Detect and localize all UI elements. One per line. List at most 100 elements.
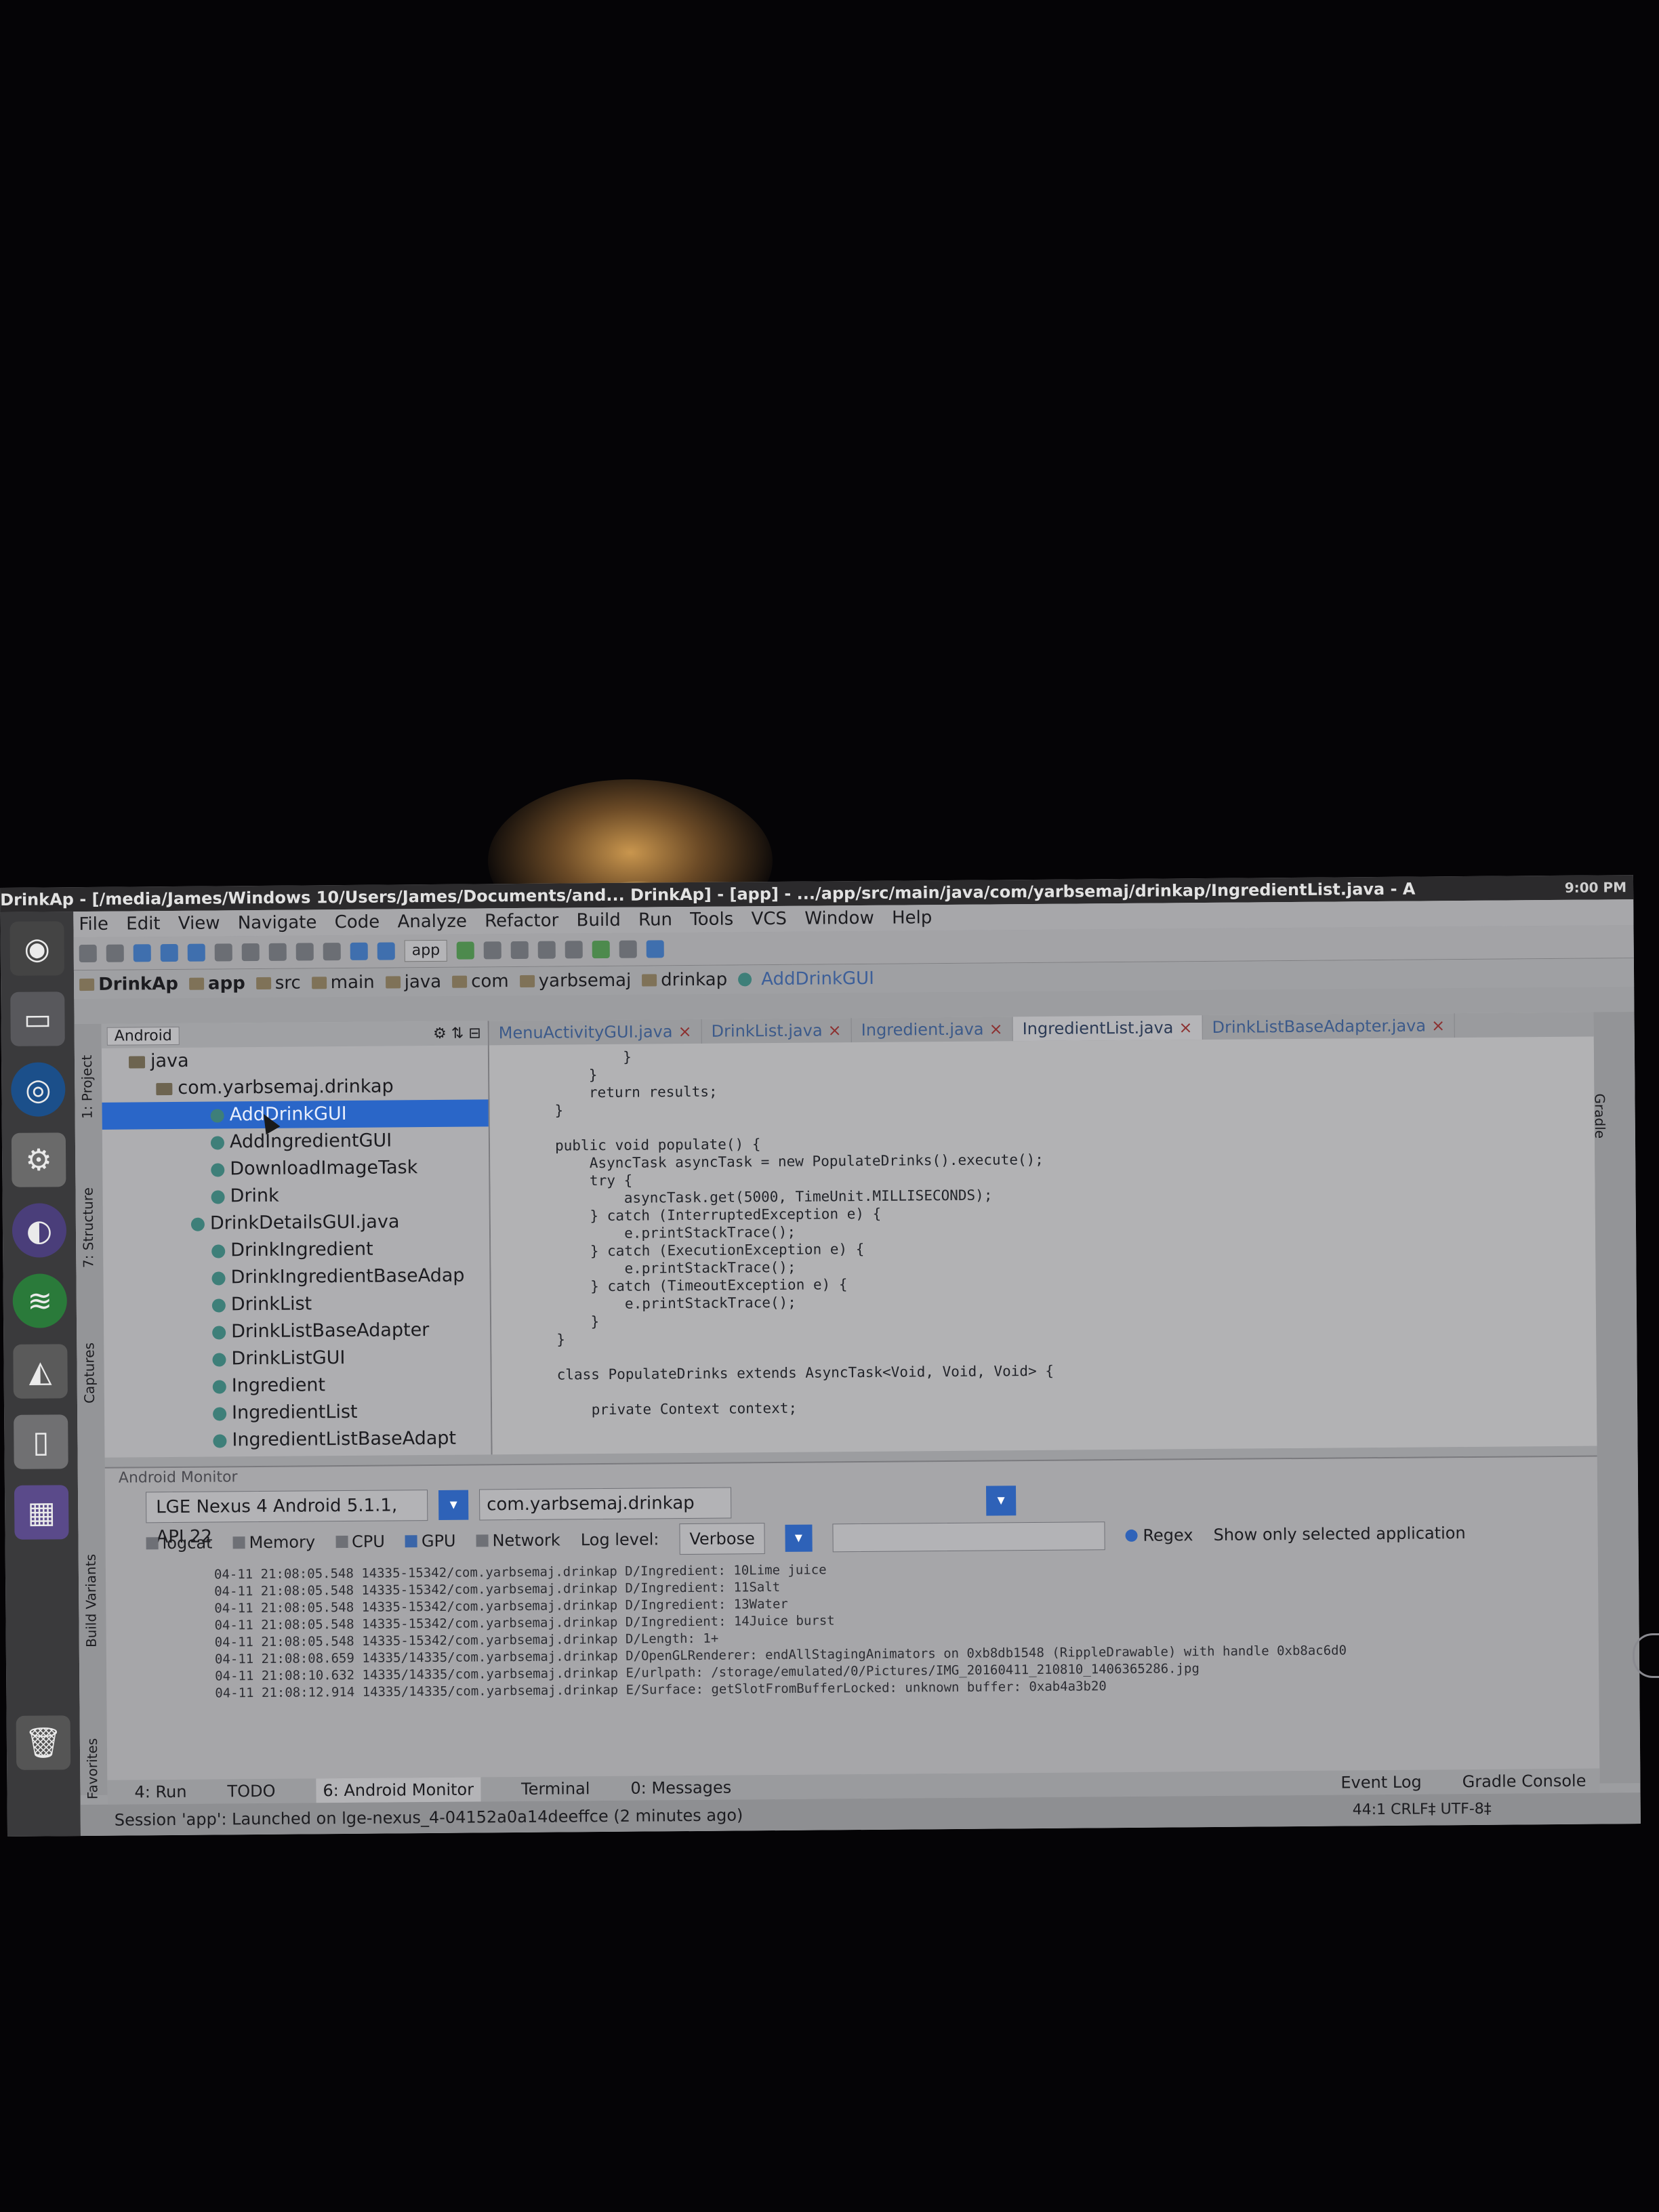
menu-file[interactable]: File bbox=[79, 914, 108, 935]
settings-gear-icon[interactable]: ⚙ bbox=[11, 1132, 66, 1187]
menu-build[interactable]: Build bbox=[576, 910, 621, 931]
tree-item[interactable]: DrinkListBaseAdapter bbox=[104, 1316, 490, 1346]
menu-code[interactable]: Code bbox=[335, 912, 380, 933]
editor-tab[interactable]: MenuActivityGUI.java × bbox=[489, 1019, 702, 1046]
save-icon[interactable] bbox=[106, 944, 124, 962]
regex-checkbox[interactable]: Regex bbox=[1125, 1525, 1193, 1545]
editor-tab[interactable]: DrinkList.java × bbox=[701, 1018, 852, 1044]
menu-edit[interactable]: Edit bbox=[126, 914, 161, 934]
tree-item[interactable]: DrinkList bbox=[104, 1289, 490, 1319]
menu-tools[interactable]: Tools bbox=[690, 909, 733, 930]
tree-item[interactable]: DrinkIngredientBaseAdap bbox=[103, 1262, 489, 1292]
ubuntu-icon[interactable]: ◉ bbox=[9, 921, 65, 976]
tab-logcat[interactable]: logcat bbox=[146, 1534, 213, 1553]
tool-tab-messages[interactable]: 0: Messages bbox=[630, 1776, 731, 1801]
menu-refactor[interactable]: Refactor bbox=[485, 911, 558, 932]
forward-icon[interactable] bbox=[377, 942, 395, 960]
status-position[interactable]: 44:1 CRLF‡ UTF-8‡ bbox=[1352, 1794, 1492, 1826]
breadcrumb-main[interactable]: main bbox=[311, 972, 375, 994]
stop-icon[interactable] bbox=[538, 941, 556, 959]
tool-tab-todo[interactable]: TODO bbox=[227, 1779, 275, 1804]
log-level-select[interactable]: Verbose bbox=[679, 1523, 765, 1555]
code-area[interactable]: } } return results;} public void populate… bbox=[489, 1037, 1597, 1420]
panel-settings-icon[interactable]: ⚙ ⇅ ⊟ bbox=[433, 1025, 481, 1042]
device-icon[interactable]: ▯ bbox=[14, 1414, 68, 1469]
copy-icon[interactable] bbox=[241, 943, 260, 962]
device-select[interactable]: LGE Nexus 4 Android 5.1.1, API 22 bbox=[146, 1490, 428, 1547]
redo-icon[interactable] bbox=[187, 943, 205, 962]
tree-item[interactable]: IngredientList bbox=[104, 1397, 491, 1427]
chromium-icon[interactable]: ◎ bbox=[11, 1062, 66, 1117]
tree-item[interactable]: Drink bbox=[102, 1181, 489, 1210]
breadcrumb-drinkap[interactable]: drinkap bbox=[642, 970, 727, 991]
back-icon[interactable] bbox=[350, 942, 368, 960]
project-view-select[interactable]: Android bbox=[106, 1026, 180, 1046]
tree-item[interactable]: AddDrinkGUI bbox=[102, 1099, 489, 1130]
tree-item[interactable]: DrinkListGUI bbox=[104, 1343, 490, 1373]
find-icon[interactable] bbox=[295, 943, 314, 961]
menu-analyze[interactable]: Analyze bbox=[397, 912, 467, 933]
close-icon[interactable]: × bbox=[678, 1022, 691, 1041]
help-icon[interactable] bbox=[647, 940, 665, 958]
browser-icon[interactable]: ◐ bbox=[12, 1203, 67, 1258]
menu-view[interactable]: View bbox=[178, 913, 220, 933]
attach-icon[interactable] bbox=[511, 941, 529, 960]
close-icon[interactable]: × bbox=[828, 1021, 842, 1040]
debug-icon[interactable] bbox=[484, 941, 502, 960]
tree-item[interactable]: com.yarbsemaj.drinkap bbox=[102, 1072, 488, 1102]
spotify-icon[interactable]: ≋ bbox=[12, 1273, 68, 1328]
menu-window[interactable]: Window bbox=[804, 908, 874, 929]
menu-vcs[interactable]: VCS bbox=[751, 909, 787, 929]
breadcrumb-src[interactable]: src bbox=[255, 973, 301, 994]
editor-tab[interactable]: Ingredient.java × bbox=[851, 1017, 1013, 1043]
tool-tab-build-variants[interactable]: Build Variants bbox=[83, 1554, 100, 1647]
menu-navigate[interactable]: Navigate bbox=[238, 912, 317, 933]
workspace-icon[interactable]: ▦ bbox=[14, 1485, 69, 1540]
close-icon[interactable]: × bbox=[1179, 1018, 1192, 1037]
cut-icon[interactable] bbox=[214, 943, 232, 962]
breadcrumb-app[interactable]: app bbox=[188, 973, 245, 994]
run-icon[interactable] bbox=[457, 941, 475, 960]
paste-icon[interactable] bbox=[268, 943, 287, 961]
menu-run[interactable]: Run bbox=[638, 909, 672, 930]
tool-tab-project[interactable]: 1: Project bbox=[79, 1055, 96, 1119]
tool-tab-structure[interactable]: 7: Structure bbox=[79, 1187, 96, 1268]
tree-item[interactable]: DrinkIngredient bbox=[103, 1235, 489, 1265]
android-device-monitor-icon[interactable] bbox=[619, 940, 638, 958]
avd-manager-icon[interactable] bbox=[592, 940, 611, 959]
package-dropdown-icon[interactable]: ▾ bbox=[985, 1486, 1017, 1516]
breadcrumb-com[interactable]: com bbox=[452, 971, 509, 992]
tool-tab-captures[interactable]: Captures bbox=[81, 1343, 98, 1404]
replace-icon[interactable] bbox=[323, 943, 341, 961]
system-tray-clock[interactable]: 9:00 PM bbox=[1565, 875, 1627, 900]
undo-icon[interactable] bbox=[160, 943, 178, 962]
breadcrumb-java[interactable]: java bbox=[385, 972, 441, 993]
open-icon[interactable] bbox=[79, 944, 97, 963]
tool-tab-gradle[interactable]: Gradle bbox=[1591, 1093, 1608, 1139]
tool-tab-gradle-console[interactable]: Gradle Console bbox=[1462, 1769, 1586, 1794]
tree-item[interactable]: DownloadImageTask bbox=[102, 1153, 489, 1183]
tool-tab-terminal[interactable]: Terminal bbox=[521, 1776, 590, 1801]
tree-item[interactable]: java bbox=[102, 1045, 488, 1075]
android-studio-icon[interactable]: ◭ bbox=[13, 1344, 68, 1399]
sdk-manager-icon[interactable] bbox=[565, 941, 583, 959]
filter-select[interactable]: Show only selected application bbox=[1213, 1523, 1465, 1544]
log-level-dropdown-icon[interactable]: ▾ bbox=[785, 1524, 813, 1552]
tool-tab-event-log[interactable]: Event Log bbox=[1340, 1770, 1422, 1795]
logcat-output[interactable]: 04-11 21:08:05.548 14335-15342/com.yarbs… bbox=[106, 1549, 1599, 1703]
close-icon[interactable]: × bbox=[989, 1019, 1002, 1038]
tool-tab-android-monitor[interactable]: 6: Android Monitor bbox=[316, 1777, 481, 1803]
sync-icon[interactable] bbox=[133, 944, 151, 962]
breadcrumb-class[interactable]: AddDrinkGUI bbox=[738, 968, 874, 990]
close-icon[interactable]: × bbox=[1431, 1016, 1445, 1035]
tree-item[interactable]: Ingredient bbox=[104, 1370, 491, 1400]
tree-item[interactable]: AddIngredientGUI bbox=[102, 1126, 489, 1156]
logcat-search-input[interactable] bbox=[832, 1521, 1105, 1553]
tree-item[interactable]: DrinkDetailsGUI.java bbox=[103, 1208, 489, 1237]
device-dropdown-icon[interactable]: ▾ bbox=[438, 1490, 469, 1520]
tab-cpu[interactable]: CPU bbox=[335, 1532, 385, 1552]
tool-tab-run[interactable]: 4: Run bbox=[134, 1780, 186, 1805]
tab-memory[interactable]: Memory bbox=[232, 1532, 315, 1552]
editor-tab[interactable]: IngredientList.java × bbox=[1012, 1015, 1203, 1042]
tree-item[interactable]: IngredientListBaseAdapt bbox=[104, 1425, 491, 1454]
